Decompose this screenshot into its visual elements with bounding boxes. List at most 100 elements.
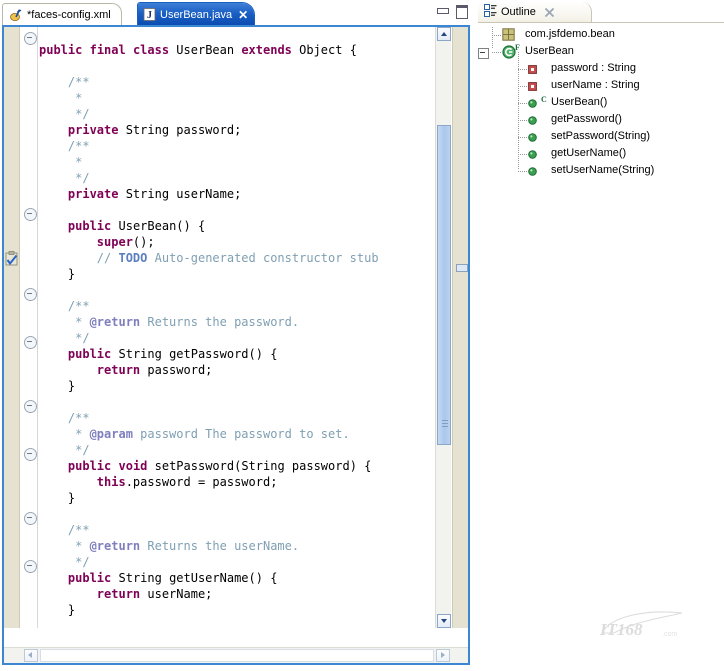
outline-tab-row: Outline xyxy=(478,0,724,23)
code-token: /** xyxy=(39,139,90,153)
close-icon[interactable]: ✕ xyxy=(238,9,248,21)
code-line: /** xyxy=(39,298,379,314)
java-file-icon: J xyxy=(143,8,156,21)
horizontal-scrollbar-track[interactable] xyxy=(40,649,434,662)
vertical-scrollbar-thumb[interactable] xyxy=(437,125,451,445)
code-token: /** xyxy=(39,523,90,537)
jsf-config-icon xyxy=(9,8,23,22)
code-line: this.password = password; xyxy=(39,474,379,490)
code-line: private String userName; xyxy=(39,186,379,202)
tree-connector xyxy=(492,27,493,48)
code-token: password; xyxy=(140,363,213,377)
editor-vertical-scrollbar[interactable] xyxy=(435,27,451,628)
tree-connector xyxy=(492,35,501,36)
class-icon xyxy=(502,45,516,62)
code-line: } xyxy=(39,266,379,282)
code-line: * @return Returns the password. xyxy=(39,314,379,330)
code-token: /** xyxy=(39,411,90,425)
outline-tree-item[interactable]: getUserName() xyxy=(478,146,724,163)
private-field-icon xyxy=(528,65,537,77)
scroll-down-icon[interactable] xyxy=(437,614,451,628)
tab-outline[interactable]: Outline xyxy=(480,2,557,22)
overview-ruler[interactable] xyxy=(452,27,468,628)
editor-tab-userbean-java[interactable]: J UserBean.java ✕ xyxy=(138,3,255,26)
editor-inner: public final class UserBean extends Obje… xyxy=(4,27,468,663)
code-token: public xyxy=(67,571,112,585)
fold-toggle-icon[interactable] xyxy=(24,336,37,349)
scroll-up-icon[interactable] xyxy=(437,27,451,41)
minimize-icon[interactable] xyxy=(436,4,449,17)
code-token: class xyxy=(132,43,170,57)
editor-horizontal-scrollbar[interactable] xyxy=(4,647,468,663)
tree-connector xyxy=(518,69,527,70)
editor-frame: public final class UserBean extends Obje… xyxy=(2,25,470,665)
task-marker-icon[interactable] xyxy=(5,251,19,266)
code-editor-area[interactable]: public final class UserBean extends Obje… xyxy=(39,27,443,628)
outline-tree-item[interactable]: getPassword() xyxy=(478,112,724,129)
fold-toggle-icon[interactable] xyxy=(24,512,37,525)
tree-connector xyxy=(518,86,527,87)
outline-tree-item[interactable]: C UserBean() xyxy=(478,95,724,112)
outline-tree-item[interactable]: setPassword(String) xyxy=(478,129,724,146)
source-code[interactable]: public final class UserBean extends Obje… xyxy=(39,42,379,618)
code-token: * xyxy=(39,315,90,329)
outline-tree-item[interactable]: F UserBean xyxy=(478,43,724,62)
fold-toggle-icon[interactable] xyxy=(24,288,37,301)
overview-marker[interactable] xyxy=(456,264,468,272)
code-token: */ xyxy=(39,331,90,345)
code-line: */ xyxy=(39,170,379,186)
outline-tree-item[interactable]: userName : String xyxy=(478,78,724,95)
maximize-icon[interactable] xyxy=(455,4,468,19)
outline-tree-item[interactable]: password : String xyxy=(478,61,724,78)
tree-connector xyxy=(518,171,527,172)
tree-connector xyxy=(518,137,527,138)
tree-connector xyxy=(518,52,519,169)
svg-text:J: J xyxy=(147,10,152,21)
outline-tree[interactable]: com.jsfdemo.bean F UserBean password : Stri… xyxy=(478,23,724,671)
fold-toggle-icon[interactable] xyxy=(24,448,37,461)
outline-tree-item[interactable]: setUserName(String) xyxy=(478,163,724,180)
code-line: /** xyxy=(39,522,379,538)
public-method-icon xyxy=(528,150,537,162)
outline-item-label: com.jsfdemo.bean xyxy=(525,28,615,40)
outline-item-label: UserBean() xyxy=(551,96,608,108)
fold-toggle-icon[interactable] xyxy=(24,208,37,221)
code-token: * xyxy=(39,427,90,441)
code-token: */ xyxy=(39,107,90,121)
annotation-gutter[interactable] xyxy=(4,27,20,628)
code-line: return password; xyxy=(39,362,379,378)
scroll-left-icon[interactable] xyxy=(24,649,38,662)
code-line: * xyxy=(39,90,379,106)
code-token: extends xyxy=(241,43,292,57)
scroll-right-icon[interactable] xyxy=(436,649,450,662)
code-token: /** xyxy=(39,299,90,313)
package-icon xyxy=(502,28,515,44)
code-token: UserBean() { xyxy=(111,219,206,233)
code-line: * xyxy=(39,154,379,170)
public-method-icon xyxy=(528,99,537,111)
editor-part: *faces-config.xml J UserBean.java ✕ publ… xyxy=(0,0,474,671)
fold-toggle-icon[interactable] xyxy=(24,400,37,413)
close-view-icon[interactable] xyxy=(544,7,555,18)
tree-expander-icon[interactable] xyxy=(478,48,489,59)
editor-tab-faces-config[interactable]: *faces-config.xml xyxy=(2,3,122,25)
outline-tree-item[interactable]: com.jsfdemo.bean xyxy=(478,27,724,44)
outline-item-label: setUserName(String) xyxy=(551,164,655,176)
eclipse-workbench: *faces-config.xml J UserBean.java ✕ publ… xyxy=(0,0,724,671)
code-line: super(); xyxy=(39,234,379,250)
code-token: // xyxy=(96,251,119,265)
fold-toggle-icon[interactable] xyxy=(24,32,37,45)
tree-connector xyxy=(518,120,527,121)
fold-toggle-icon[interactable] xyxy=(24,560,37,573)
public-method-icon xyxy=(528,116,537,128)
